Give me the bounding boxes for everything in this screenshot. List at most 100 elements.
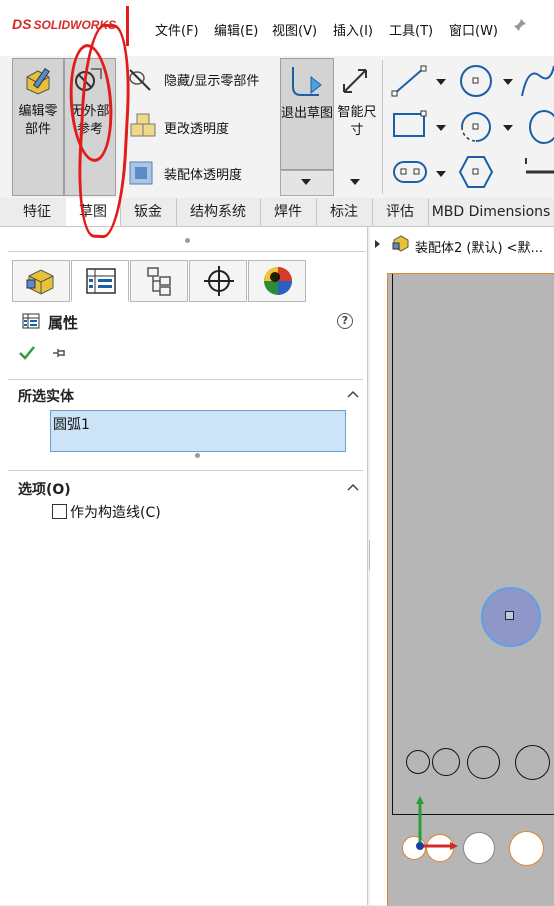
construction-label[interactable]: 作为构造线(C) [70, 502, 161, 522]
help-icon[interactable]: ? [337, 313, 353, 329]
collapse-chevron-icon[interactable] [347, 390, 359, 398]
panel-resize-dot[interactable] [185, 238, 190, 243]
exit-sketch-label: 退出草图 [281, 106, 334, 121]
tab-mbd-dimensions[interactable]: MBD Dimensions [428, 198, 554, 226]
hide-show-label: 隐藏/显示零部件 [164, 74, 260, 89]
menu-tools[interactable]: 工具(T) [389, 20, 433, 39]
rectangle-icon [393, 110, 427, 137]
assembly-transparency-label: 装配体透明度 [164, 168, 243, 183]
caret-down-icon [350, 179, 360, 185]
change-transparency-button[interactable]: 更改透明度 [126, 112, 276, 140]
tab-dimxpert-manager[interactable] [189, 260, 247, 302]
list-resize-dot[interactable] [195, 453, 200, 458]
glasses-icon [129, 69, 151, 91]
ribbon-divider [382, 60, 383, 194]
exit-sketch-button[interactable]: 退出草图 [280, 58, 334, 170]
list-item[interactable]: 圆弧1 [53, 414, 90, 434]
polygon-tool-button[interactable] [456, 154, 496, 190]
edit-component-button[interactable]: 编辑零部件 [12, 58, 64, 196]
slot-icon [393, 161, 427, 183]
caret-down-icon [503, 79, 513, 85]
ds-logo-icon: DS [12, 16, 32, 32]
tab-display-manager[interactable] [248, 260, 306, 302]
menu-edit[interactable]: 编辑(E) [214, 20, 258, 39]
sketch-graphics-area[interactable] [387, 273, 554, 906]
collapse-chevron-icon[interactable] [347, 483, 359, 491]
slot-tool-dropdown[interactable] [436, 168, 446, 183]
rectangle-tool-button[interactable] [390, 108, 430, 144]
sketch-circle[interactable] [463, 832, 495, 864]
line-tool-dropdown[interactable] [436, 76, 446, 91]
smart-dimension-icon [343, 69, 367, 93]
menu-insert[interactable]: 插入(I) [333, 20, 373, 39]
exit-sketch-icon [292, 67, 322, 96]
circle-tool-dropdown[interactable] [503, 76, 513, 91]
property-title-icon [22, 313, 40, 329]
property-title: 属性 [48, 314, 79, 332]
ellipse-tool-button[interactable] [520, 108, 554, 146]
tab-property-manager[interactable] [71, 260, 129, 302]
line-icon [391, 65, 427, 97]
assembly-transparency-button[interactable]: 装配体透明度 [126, 158, 276, 186]
property-manager-icon [86, 268, 116, 294]
fillet-tool-button[interactable] [522, 156, 554, 188]
tab-weldments[interactable]: 焊件 [260, 198, 317, 226]
sketch-circle[interactable] [515, 745, 550, 780]
selected-entities-title[interactable]: 所选实体 [18, 386, 74, 406]
transparency-cubes-icon [130, 113, 156, 137]
sketch-circle[interactable] [509, 831, 544, 866]
tab-evaluate[interactable]: 评估 [372, 198, 429, 226]
caret-down-icon [436, 79, 446, 85]
selected-entities-list[interactable]: 圆弧1 [50, 410, 346, 452]
hide-show-components-button[interactable]: 隐藏/显示零部件 [126, 66, 276, 92]
tab-markup[interactable]: 标注 [316, 198, 373, 226]
ok-checkmark-icon[interactable] [18, 345, 36, 361]
options-title[interactable]: 选项(O) [18, 479, 71, 499]
assembly-icon [392, 235, 409, 252]
sketch-circle[interactable] [432, 748, 460, 776]
sketch-rectangle[interactable] [392, 274, 554, 815]
tree-expand-icon[interactable] [374, 239, 382, 249]
display-manager-sphere-icon [264, 267, 292, 295]
pin-icon[interactable] [513, 18, 527, 32]
ellipse-icon [529, 110, 554, 144]
edit-component-icon [26, 67, 50, 95]
caret-down-icon [503, 125, 513, 131]
feature-tree-root[interactable]: 装配体2 (默认) <默... [415, 237, 543, 256]
slot-tool-button[interactable] [390, 156, 430, 188]
tab-feature-manager[interactable] [12, 260, 70, 302]
arc-tool-dropdown[interactable] [503, 122, 513, 137]
section-separator [8, 379, 363, 380]
caret-down-icon [301, 179, 311, 185]
crosshair-icon [204, 266, 234, 296]
tab-features[interactable]: 特征 [8, 198, 67, 226]
circle-icon [460, 65, 492, 97]
exit-sketch-dropdown[interactable] [280, 170, 334, 196]
smart-dimension-dropdown[interactable] [350, 176, 364, 186]
property-manager-panel: 属性 ? 所选实体 圆弧1 选项(O) 作为构造线(C) [0, 227, 368, 905]
tab-structure-system[interactable]: 结构系统 [176, 198, 261, 226]
circle-tool-button[interactable] [456, 62, 496, 100]
arc-center-point[interactable] [505, 611, 514, 620]
feature-manager-icon [26, 269, 54, 295]
construction-checkbox[interactable] [52, 504, 67, 519]
tab-configuration-manager[interactable] [130, 260, 188, 302]
line-tool-button[interactable] [390, 64, 430, 98]
smart-dimension-label: 智能尺寸 [337, 105, 377, 138]
caret-down-icon [436, 125, 446, 131]
menu-view[interactable]: 视图(V) [272, 20, 317, 39]
spline-tool-button[interactable] [520, 62, 554, 100]
menu-file[interactable]: 文件(F) [155, 20, 199, 39]
edit-component-label: 编辑零部件 [18, 104, 58, 137]
tab-sheet-metal[interactable]: 钣金 [120, 198, 177, 226]
arc-tool-button[interactable] [456, 108, 496, 146]
rectangle-tool-dropdown[interactable] [436, 122, 446, 137]
sketch-circle[interactable] [406, 750, 430, 774]
menu-window[interactable]: 窗口(W) [449, 20, 498, 39]
change-transparency-label: 更改透明度 [164, 122, 230, 137]
smart-dimension-button[interactable]: 智能尺寸 [334, 58, 380, 168]
arc-icon [461, 112, 491, 142]
sketch-circle[interactable] [467, 746, 500, 779]
pushpin-icon[interactable] [52, 347, 68, 359]
annotation-stroke [126, 6, 129, 46]
